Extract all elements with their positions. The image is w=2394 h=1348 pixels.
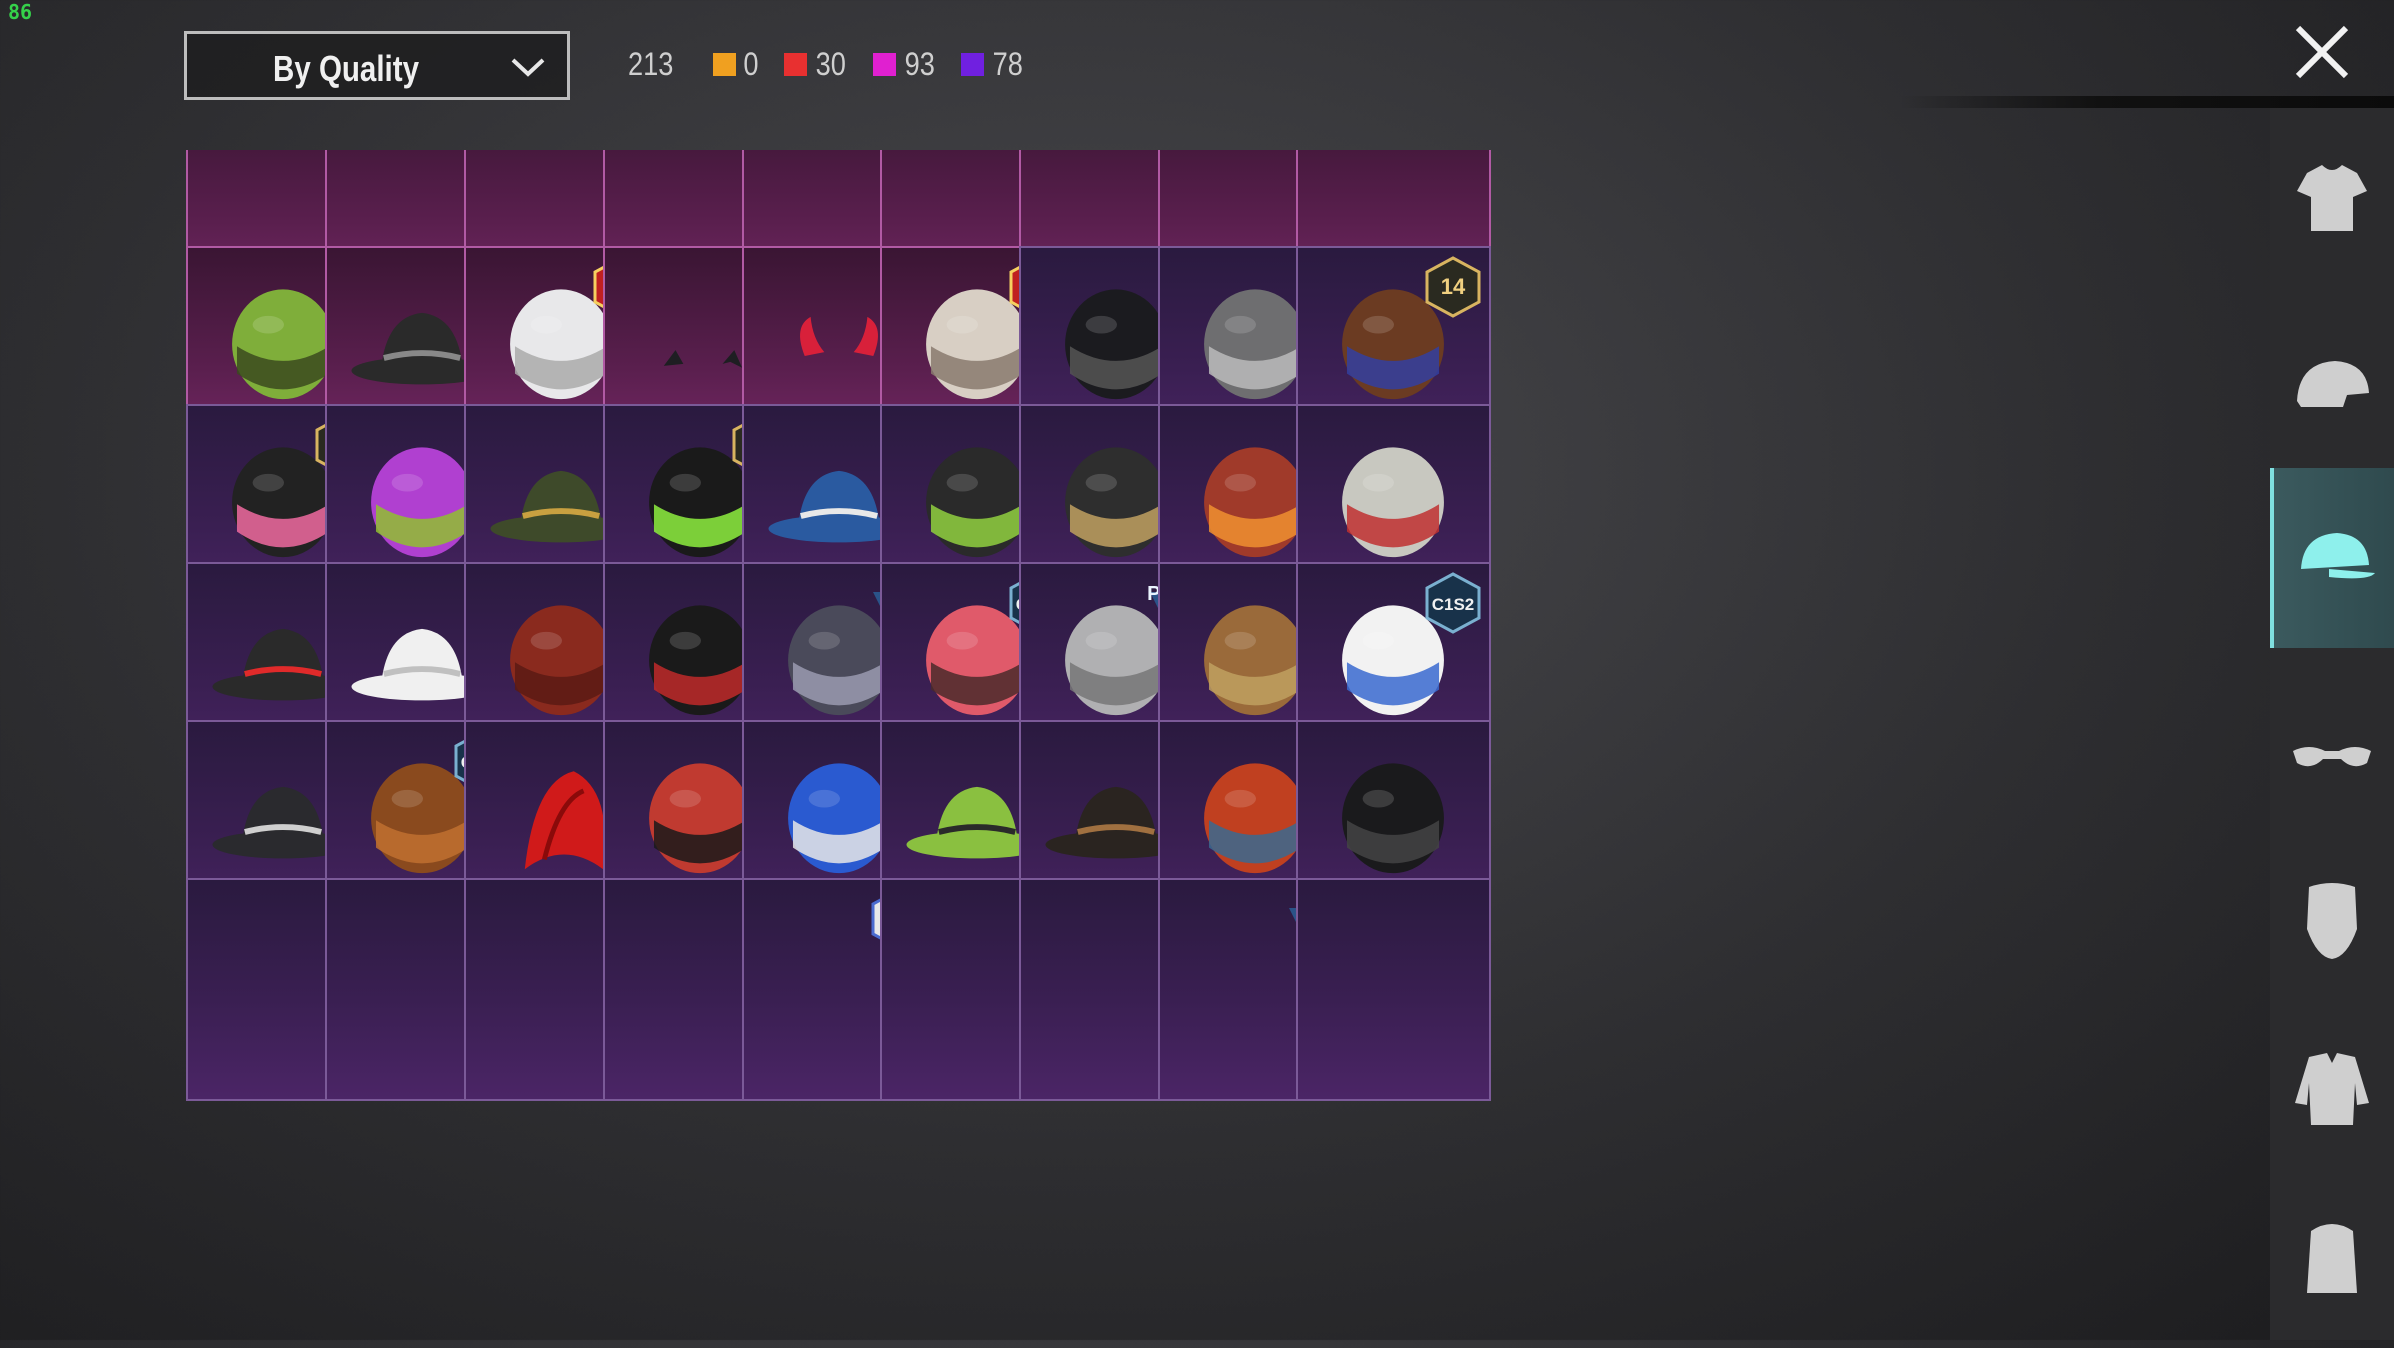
glasses-icon [2293,747,2371,767]
quality-swatch [713,52,737,76]
sort-dropdown[interactable]: By Quality [184,31,570,100]
category-sidebar [2270,108,2394,1340]
mask-icon [2307,883,2357,959]
item-grid[interactable]: 55555555555555525221421222282222222222S1… [186,150,2086,1284]
quality-count-purple: 78 [961,46,1026,83]
sidebar-tab[interactable] [2270,298,2394,478]
quality-count-red: 30 [784,46,849,83]
quality-swatch [961,52,985,76]
hat-icon [2301,533,2375,579]
sort-dropdown-label: By Quality [273,48,420,89]
sidebar-tab[interactable] [2270,468,2394,648]
item-badge: C1S2 [1425,572,1481,639]
helmet-icon [2297,361,2369,407]
item-badge-label: 14 [1441,274,1466,299]
total-count: 213 [628,45,674,82]
sidebar-tab[interactable] [2270,828,2394,1008]
item-tile[interactable] [1296,878,1491,1101]
item-badge: 14 [1425,256,1481,323]
quality-count-pink: 93 [872,45,938,83]
fps-counter: 86 [8,0,33,24]
item-badge-label: C1S2 [1432,595,1475,614]
backpack-icon [2307,1224,2357,1293]
header-divider [1900,96,2394,108]
close-icon[interactable] [2292,22,2352,82]
sidebar-tab[interactable] [2270,1168,2394,1348]
quality-count-value: 78 [993,45,1024,82]
chevron-down-icon [511,58,545,77]
quality-count-value: 0 [743,45,759,82]
partial-item-icon [1298,880,1489,1099]
jacket-icon [2295,1053,2369,1125]
outfit-icon [2297,165,2367,231]
sidebar-tab[interactable] [2270,108,2394,288]
sidebar-tab[interactable] [2270,998,2394,1178]
quality-count-value: 93 [904,45,935,82]
quality-count-value: 30 [815,45,847,82]
quality-swatch [872,52,896,76]
quality-swatch [784,52,808,76]
sidebar-tab[interactable] [2270,668,2394,848]
quality-counts: 213 0 30 93 78 [624,44,1050,84]
quality-count-orange: 0 [713,46,760,83]
